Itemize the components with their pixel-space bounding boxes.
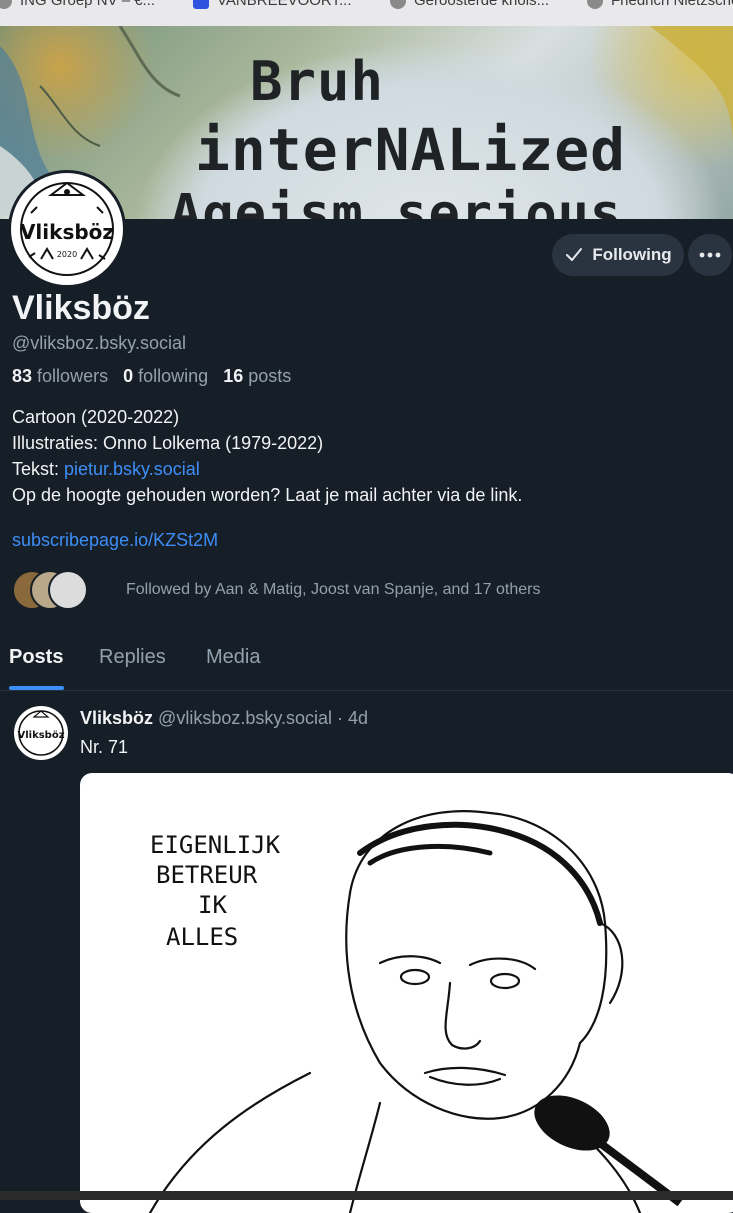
post-handle: @vliksboz.bsky.social (158, 708, 333, 728)
follower-avatar (48, 570, 88, 610)
tab-posts[interactable]: Posts (9, 646, 63, 669)
followed-by[interactable]: Followed by Aan & Matig, Joost van Spanj… (12, 570, 540, 610)
profile-stats: 83 followers 0 following 16 posts (12, 366, 291, 387)
post-time[interactable]: 4d (348, 708, 368, 728)
svg-text:EIGENLIJK: EIGENLIJK (150, 831, 281, 859)
arrow-favicon (193, 0, 209, 9)
tab-replies[interactable]: Replies (99, 646, 166, 669)
banner-line-2: interNALized (195, 116, 627, 184)
svg-text:IK: IK (198, 891, 227, 919)
post-image[interactable]: EIGENLIJK BETREUR IK ALLES (80, 773, 733, 1213)
microphone (534, 1095, 683, 1207)
banner-line-1: Bruh (250, 50, 385, 113)
profile-bio: Cartoon (2020-2022) Illustraties: Onno L… (12, 407, 523, 505)
active-tab-indicator (9, 686, 64, 690)
ellipsis-icon (699, 252, 721, 258)
more-options-button[interactable] (688, 234, 732, 276)
post-author[interactable]: Vliksböz (80, 708, 153, 728)
bookmark-vanbreevoort[interactable]: VANBREEVOORT... (193, 0, 351, 9)
tab-media[interactable]: Media (206, 646, 260, 669)
ing-favicon (0, 0, 12, 9)
check-icon (566, 248, 583, 261)
cartoon-drawing: EIGENLIJK BETREUR IK ALLES (148, 810, 683, 1213)
following-button[interactable]: Following (552, 234, 684, 276)
globe-favicon (587, 0, 603, 9)
bookmark-ing[interactable]: ING Groep NV – €... (0, 0, 155, 9)
avatar-logo: Vliksböz (17, 710, 65, 756)
profile-handle: @vliksboz.bsky.social (12, 333, 186, 353)
cartoon-caption: EIGENLIJK BETREUR IK ALLES (150, 831, 281, 951)
post-avatar-text: Vliksböz (17, 730, 64, 741)
following-link[interactable]: 0 following (123, 366, 208, 386)
followers-link[interactable]: 83 followers (12, 366, 108, 386)
avatar-text: Vliksböz (20, 220, 114, 244)
avatar-year: 2020 (57, 250, 77, 259)
profile-name: Vliksböz (12, 289, 150, 327)
bookmarks-bar: ING Groep NV – €... VANBREEVOORT... Gero… (0, 0, 733, 26)
post-text: Nr. 71 (80, 737, 129, 757)
bookmark-nietzsche[interactable]: Friedrich Nietzsche (587, 0, 733, 9)
profile-avatar[interactable]: Vliksböz 2020 (8, 170, 126, 288)
avatar-logo: Vliksböz 2020 (20, 181, 114, 276)
bio-mention-link[interactable]: pietur.bsky.social (64, 459, 200, 479)
banner-line-3: Ageism serious (170, 184, 623, 219)
bookmark-geroosterde[interactable]: Geroosterde knols... (390, 0, 549, 9)
globe-favicon (390, 0, 406, 9)
subscribe-link[interactable]: subscribepage.io/KZSt2M (12, 530, 218, 551)
post-avatar[interactable]: Vliksböz (14, 706, 68, 760)
profile-tabs: Posts Replies Media (0, 630, 733, 691)
svg-text:BETREUR: BETREUR (156, 861, 258, 889)
bottom-edge (0, 1191, 733, 1200)
posts-count: 16 posts (223, 366, 292, 386)
svg-text:ALLES: ALLES (166, 923, 238, 951)
post-header: Vliksböz @vliksboz.bsky.social · 4d (80, 708, 369, 728)
